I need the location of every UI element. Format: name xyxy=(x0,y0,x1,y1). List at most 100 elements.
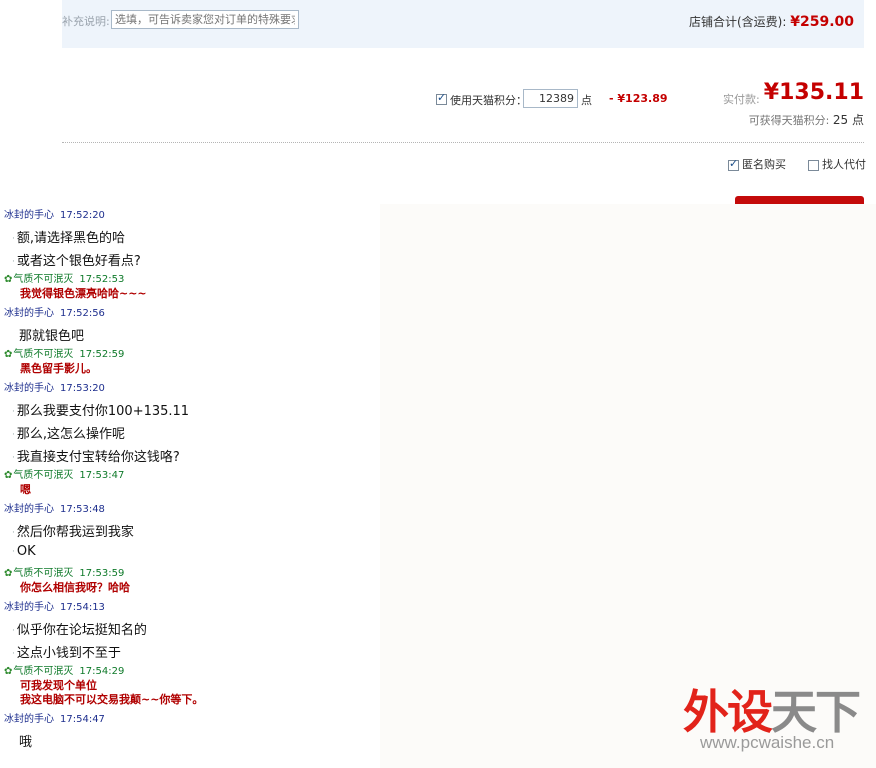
chat-sender-name: 气质不可泯灭 xyxy=(13,274,74,285)
use-points-checkbox[interactable] xyxy=(436,91,447,105)
chat-text: 那就银色吧 xyxy=(19,329,85,344)
bullet-icon: · xyxy=(12,256,15,267)
chat-timestamp: 17:52:56 xyxy=(60,308,105,319)
chat-text: OK xyxy=(16,544,36,559)
proxy-pay-label: 找人代付 xyxy=(822,158,866,171)
chat-message-text: · 或者这个银色好看点? xyxy=(12,250,141,269)
proxy-pay-checkbox[interactable] xyxy=(808,159,819,171)
chat-text: 我直接支付宝转给你这钱咯? xyxy=(16,450,180,465)
chat-message-header: ✿气质不可泯灭 17:53:59 xyxy=(4,564,124,579)
chat-timestamp: 17:54:47 xyxy=(60,714,105,725)
anonymous-purchase-option[interactable]: 匿名购买 xyxy=(728,156,786,172)
chat-sender-name: 气质不可泯灭 xyxy=(13,470,74,481)
chat-message-text: · 额,请选择黑色的哈 xyxy=(12,227,125,246)
chat-sender-name: 冰封的手心 xyxy=(4,602,54,613)
chat-timestamp: 17:52:53 xyxy=(79,274,125,285)
chat-message-text: · 那么我要支付你100+135.11 xyxy=(12,400,189,419)
chat-message-text: 嗯 xyxy=(20,483,31,496)
chat-text: 这点小钱到不至于 xyxy=(16,646,121,661)
chat-text: 哦 xyxy=(19,735,33,750)
anonymous-checkbox[interactable] xyxy=(728,157,739,171)
chat-message-header: 冰封的手心 17:53:48 xyxy=(4,500,105,515)
chat-message-header: 冰封的手心 17:54:13 xyxy=(4,598,105,613)
watermark-logo-red: 外设 xyxy=(683,685,773,739)
chat-sender-name: 冰封的手心 xyxy=(4,383,54,394)
earn-points: 可获得天猫积分: 25 点 xyxy=(749,111,864,128)
use-points-label: 使用天猫积分： xyxy=(450,94,527,107)
chat-text: 那么,这怎么操作呢 xyxy=(16,427,126,442)
divider xyxy=(62,142,864,143)
chat-sender-name: 冰封的手心 xyxy=(4,308,54,319)
chat-message-header: ✿气质不可泯灭 17:52:53 xyxy=(4,270,124,285)
chat-message-text: 哦 xyxy=(19,731,32,750)
bullet-icon: · xyxy=(12,546,15,557)
bullet-icon: · xyxy=(12,527,15,538)
chat-sender-name: 气质不可泯灭 xyxy=(13,568,74,579)
chat-message-text: 我觉得银色漂亮哈哈~~~ xyxy=(20,287,147,300)
flower-icon: ✿ xyxy=(4,568,13,579)
watermark-url: www.pcwaishe.cn xyxy=(700,733,835,752)
chat-sender-name: 气质不可泯灭 xyxy=(13,349,74,360)
bullet-icon: · xyxy=(12,429,15,440)
flower-icon: ✿ xyxy=(4,349,13,360)
chat-message-text: · 似乎你在论坛挺知名的 xyxy=(12,619,147,638)
chat-message-text: · OK xyxy=(12,544,36,559)
chat-message-header: 冰封的手心 17:53:20 xyxy=(4,379,105,394)
chat-sender-name: 冰封的手心 xyxy=(4,714,54,725)
chat-message-text: · 那么,这怎么操作呢 xyxy=(12,423,125,442)
pay-label: 实付款: xyxy=(723,93,760,106)
anonymous-label: 匿名购买 xyxy=(742,158,786,171)
chat-timestamp: 17:54:29 xyxy=(79,666,125,677)
chat-message-header: 冰封的手心 17:52:20 xyxy=(4,206,105,221)
chat-sender-name: 气质不可泯灭 xyxy=(13,666,74,677)
chat-timestamp: 17:52:20 xyxy=(60,210,105,221)
remark-label: 补充说明: xyxy=(62,15,110,28)
flower-icon: ✿ xyxy=(4,666,13,677)
flower-icon: ✿ xyxy=(4,470,13,481)
chat-message-text: · 我直接支付宝转给你这钱咯? xyxy=(12,446,180,465)
earn-points-label: 可获得天猫积分: xyxy=(748,114,830,127)
proxy-pay-option[interactable]: 找人代付 xyxy=(808,156,866,172)
bullet-icon: · xyxy=(12,625,15,636)
submit-order-button[interactable] xyxy=(735,196,864,204)
chat-text: 额,请选择黑色的哈 xyxy=(16,231,126,246)
chat-timestamp: 17:52:59 xyxy=(79,349,125,360)
chat-message-header: 冰封的手心 17:54:47 xyxy=(4,710,105,725)
bullet-icon: · xyxy=(12,452,15,463)
chat-message-text: 黑色留手影儿。 xyxy=(20,362,97,375)
bullet-icon: · xyxy=(12,233,15,244)
bullet-icon: · xyxy=(12,406,15,417)
shop-total: 店铺合计(含运费): ¥259.00 xyxy=(689,13,854,30)
chat-text: 或者这个银色好看点? xyxy=(16,254,141,269)
chat-message-text: · 这点小钱到不至于 xyxy=(12,642,121,661)
chat-text: 似乎你在论坛挺知名的 xyxy=(16,623,147,638)
chat-message-header: ✿气质不可泯灭 17:54:29 xyxy=(4,662,124,677)
remark-input[interactable] xyxy=(111,10,299,29)
chat-message-text: 你怎么相信我呀？哈哈 xyxy=(20,581,130,594)
chat-text: 然后你帮我运到我家 xyxy=(16,525,134,540)
points-unit: 点 xyxy=(581,94,592,107)
chat-message-text: 我这电脑不可以交易我颠~~你等下。 xyxy=(20,693,204,706)
chat-sender-name: 冰封的手心 xyxy=(4,504,54,515)
points-deduction: - ¥123.89 xyxy=(609,92,668,105)
shop-total-amount: ¥259.00 xyxy=(790,14,854,30)
chat-timestamp: 17:53:48 xyxy=(60,504,105,515)
watermark-logo-gray: 天下 xyxy=(771,685,861,739)
shop-total-label: 店铺合计(含运费): xyxy=(688,15,787,29)
chat-message-header: ✿气质不可泯灭 17:52:59 xyxy=(4,345,124,360)
bullet-icon: · xyxy=(12,648,15,659)
order-remark-bar: 补充说明: 店铺合计(含运费): ¥259.00 xyxy=(62,0,864,48)
points-input[interactable] xyxy=(523,89,578,108)
pay-amount: ¥135.11 xyxy=(763,80,864,105)
chat-message-header: 冰封的手心 17:52:56 xyxy=(4,304,105,319)
earn-points-value: 25 点 xyxy=(832,113,864,127)
chat-timestamp: 17:53:47 xyxy=(79,470,125,481)
chat-message-header: ✿气质不可泯灭 17:53:47 xyxy=(4,466,124,481)
chat-timestamp: 17:54:13 xyxy=(60,602,105,613)
chat-message-text: 那就银色吧 xyxy=(19,325,84,344)
chat-timestamp: 17:53:59 xyxy=(79,568,125,579)
chat-message-text: · 然后你帮我运到我家 xyxy=(12,521,134,540)
flower-icon: ✿ xyxy=(4,274,13,285)
chat-sender-name: 冰封的手心 xyxy=(4,210,54,221)
chat-timestamp: 17:53:20 xyxy=(60,383,105,394)
